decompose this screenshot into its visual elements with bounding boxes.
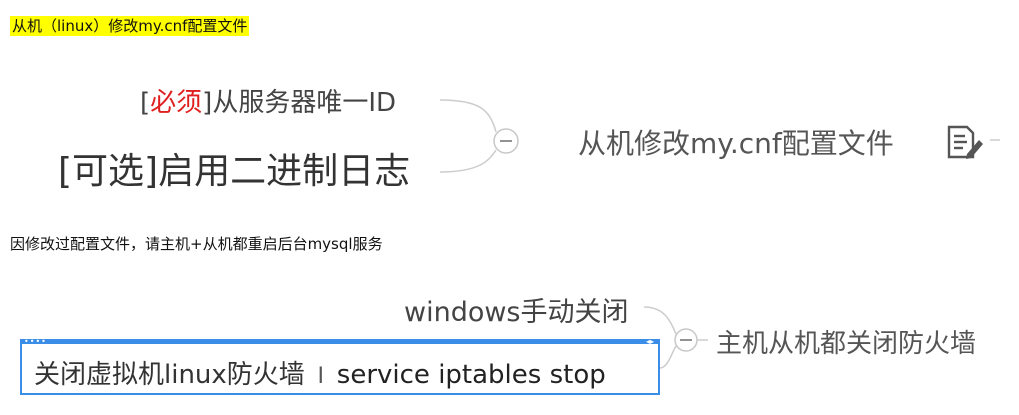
node-close-firewall[interactable]: 主机从机都关闭防火墙	[716, 323, 976, 360]
node-slave-modify-config[interactable]: 从机修改my.cnf配置文件	[578, 122, 894, 162]
text-cursor-icon: I	[317, 364, 325, 389]
edit-text: 关闭虚拟机linux防火墙	[34, 360, 305, 390]
node-server-id[interactable]: [必须]从服务器唯一ID	[140, 82, 396, 119]
node-edit-box[interactable]: •••• ◂▸ 关闭虚拟机linux防火墙 Iservice iptables s…	[20, 338, 660, 395]
node-binary-log[interactable]: [可选]启用二进制日志	[58, 142, 410, 194]
note-icon[interactable]	[945, 124, 985, 160]
command-text: service iptables stop	[336, 360, 606, 390]
node-windows-close[interactable]: windows手动关闭	[404, 290, 629, 329]
heading-restart-mysql: 因修改过配置文件，请主机+从机都重启后台mysql服务	[10, 235, 383, 253]
resize-icon[interactable]: ◂▸	[646, 338, 654, 346]
drag-handle-icon[interactable]: ••••	[24, 338, 47, 346]
required-tag: 必须	[150, 88, 203, 118]
